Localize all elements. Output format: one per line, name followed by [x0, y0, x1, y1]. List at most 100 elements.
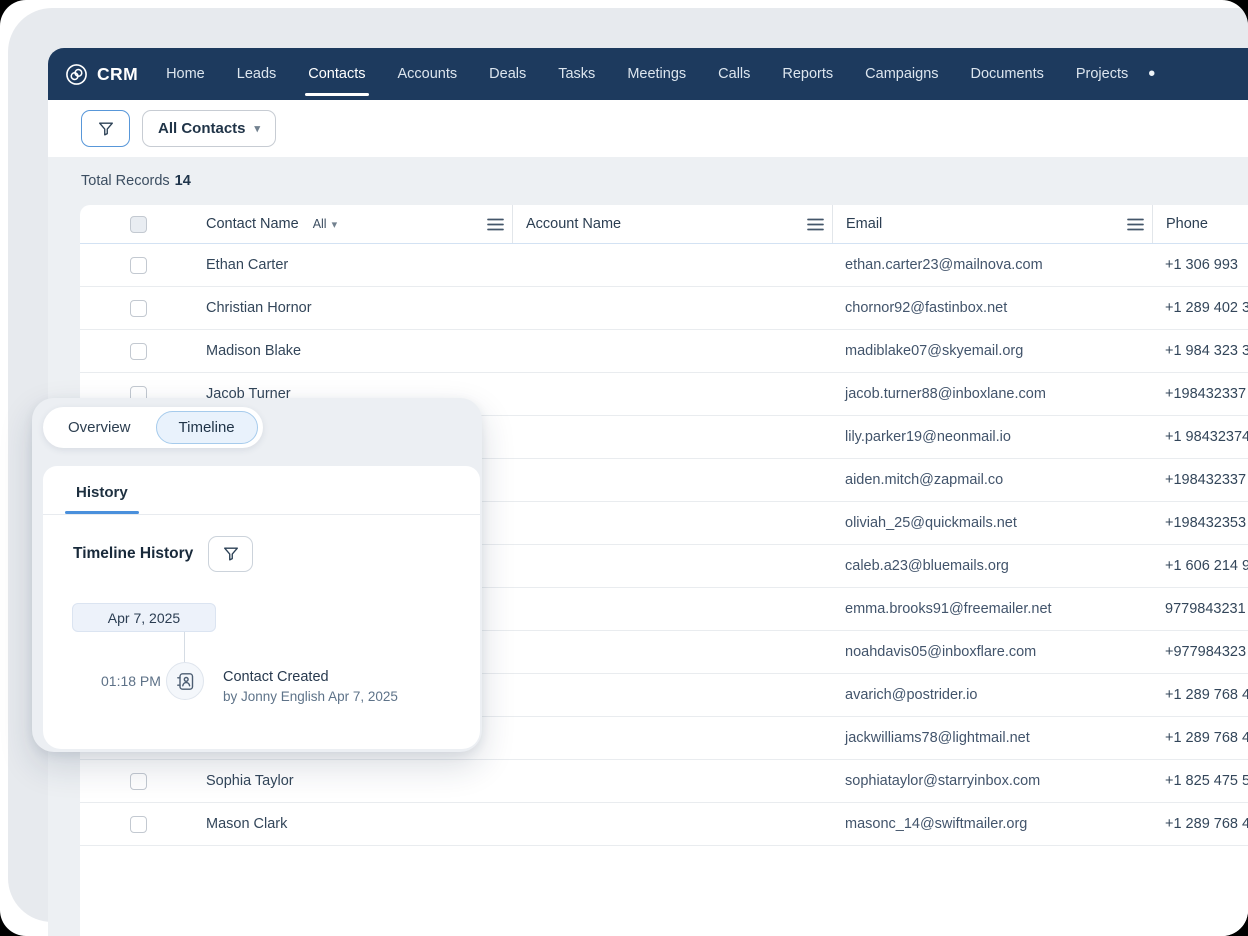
- phone-cell: +1 306 993: [1152, 257, 1248, 273]
- column-menu-icon[interactable]: [807, 218, 824, 231]
- column-menu-icon[interactable]: [1127, 218, 1144, 231]
- row-checkbox[interactable]: [130, 773, 147, 790]
- email-cell: lily.parker19@neonmail.io: [832, 429, 1152, 445]
- nav-item-label: Reports: [782, 66, 833, 82]
- nav-item-reports[interactable]: Reports: [782, 48, 833, 100]
- email-cell: chornor92@fastinbox.net: [832, 300, 1152, 316]
- nav-item-leads[interactable]: Leads: [237, 48, 277, 100]
- phone-cell: +1 984 323 3: [1152, 343, 1248, 359]
- table-row[interactable]: Ethan Carter ethan.carter23@mailnova.com+…: [80, 244, 1248, 287]
- row-checkbox[interactable]: [130, 257, 147, 274]
- view-selector-label: All Contacts: [158, 120, 246, 137]
- timeline-entry: Contact Created by Jonny English Apr 7, …: [223, 669, 398, 704]
- phone-cell: +977984323: [1152, 644, 1248, 660]
- contact-name-cell: Madison Blake: [193, 343, 512, 359]
- phone-cell: +198432337: [1152, 472, 1248, 488]
- email-cell: oliviah_25@quickmails.net: [832, 515, 1152, 531]
- nav-item-label: Home: [166, 66, 205, 82]
- phone-cell: 9779843231: [1152, 601, 1248, 617]
- email-cell: avarich@postrider.io: [832, 687, 1152, 703]
- contact-book-glyph: [175, 671, 196, 692]
- tab-timeline[interactable]: Timeline: [156, 411, 258, 444]
- nav-item-deals[interactable]: Deals: [489, 48, 526, 100]
- nav-item-label: Documents: [971, 66, 1044, 82]
- tab-history[interactable]: History: [76, 484, 128, 514]
- nav-item-meetings[interactable]: Meetings: [627, 48, 686, 100]
- nav-item-home[interactable]: Home: [166, 48, 205, 100]
- email-cell: sophiataylor@starryinbox.com: [832, 773, 1152, 789]
- row-checkbox-cell: [80, 773, 193, 790]
- brand-title: CRM: [97, 64, 138, 85]
- phone-cell: +198432353: [1152, 515, 1248, 531]
- nav-item-tasks[interactable]: Tasks: [558, 48, 595, 100]
- contact-name-cell: Sophia Taylor: [193, 773, 512, 789]
- nav-more-icon[interactable]: •: [1148, 48, 1155, 100]
- column-filter-dropdown[interactable]: All▾: [313, 217, 337, 231]
- column-header-email[interactable]: Email: [832, 205, 1152, 243]
- nav-item-label: Tasks: [558, 66, 595, 82]
- phone-cell: +1 289 768 4: [1152, 816, 1248, 832]
- contact-name-cell: Ethan Carter: [193, 257, 512, 273]
- header-checkbox-cell: [80, 205, 193, 243]
- tab-overview[interactable]: Overview: [43, 419, 156, 436]
- row-checkbox[interactable]: [130, 343, 147, 360]
- nav-item-accounts[interactable]: Accounts: [398, 48, 458, 100]
- timeline-filter-button[interactable]: [208, 536, 253, 572]
- funnel-icon: [222, 545, 240, 563]
- nav-item-label: Projects: [1076, 66, 1128, 82]
- total-records-count: 14: [175, 173, 191, 189]
- funnel-icon: [97, 120, 115, 138]
- table-row[interactable]: Mason Clarkmasonc_14@swiftmailer.org+1 2…: [80, 803, 1248, 846]
- nav-item-projects[interactable]: Projects: [1076, 48, 1128, 100]
- row-checkbox[interactable]: [130, 816, 147, 833]
- chevron-down-icon: ▾: [255, 122, 261, 135]
- table-row[interactable]: Christian Hornorchornor92@fastinbox.net+…: [80, 287, 1248, 330]
- column-label: Phone: [1153, 216, 1208, 232]
- record-detail-popup: Overview Timeline History Timeline Histo…: [32, 398, 482, 752]
- phone-cell: +1 98432374: [1152, 429, 1248, 445]
- nav-item-contacts[interactable]: Contacts: [308, 48, 365, 100]
- row-checkbox-cell: [80, 816, 193, 833]
- row-checkbox-cell: [80, 343, 193, 360]
- table-row[interactable]: Sophia Taylor sophiataylor@starryinbox.co…: [80, 760, 1248, 803]
- row-checkbox-cell: [80, 300, 193, 317]
- phone-cell: +198432337: [1152, 386, 1248, 402]
- table-header-row: Contact Name All▾ Account Name Email Phone: [80, 205, 1248, 244]
- nav-item-label: Meetings: [627, 66, 686, 82]
- email-cell: aiden.mitch@zapmail.co: [832, 472, 1152, 488]
- row-checkbox[interactable]: [130, 300, 147, 317]
- column-menu-icon[interactable]: [487, 218, 504, 231]
- phone-cell: +1 289 402 3: [1152, 300, 1248, 316]
- nav-item-documents[interactable]: Documents: [971, 48, 1044, 100]
- nav-item-label: Calls: [718, 66, 750, 82]
- email-cell: madiblake07@skyemail.org: [832, 343, 1152, 359]
- chevron-down-icon: ▾: [332, 218, 338, 231]
- nav-item-calls[interactable]: Calls: [718, 48, 750, 100]
- email-cell: jacob.turner88@inboxlane.com: [832, 386, 1152, 402]
- column-header-contact-name[interactable]: Contact Name All▾: [193, 205, 512, 243]
- top-navbar: CRM Home Leads Contacts Accounts Deals Tasks M…: [48, 48, 1248, 100]
- screen-canvas: CRM Home Leads Contacts Accounts Deals Tasks M…: [0, 0, 1248, 936]
- nav-item-label: Deals: [489, 66, 526, 82]
- email-cell: ethan.carter23@mailnova.com: [832, 257, 1152, 273]
- column-label: Account Name: [513, 216, 621, 232]
- nav-items: Home Leads Contacts Accounts Deals Tasks Meeti…: [166, 48, 1128, 100]
- timeline-entry-title: Contact Created: [223, 669, 398, 685]
- filter-button[interactable]: [81, 110, 130, 147]
- column-header-phone[interactable]: Phone: [1152, 205, 1248, 243]
- select-all-checkbox[interactable]: [130, 216, 147, 233]
- nav-item-campaigns[interactable]: Campaigns: [865, 48, 938, 100]
- column-label: Contact Name: [193, 216, 299, 232]
- column-header-account-name[interactable]: Account Name: [512, 205, 832, 243]
- total-records: Total Records14: [81, 173, 191, 189]
- timeline-connector-line: [184, 632, 185, 662]
- table-row[interactable]: Madison Blake madiblake07@skyemail.org+1 …: [80, 330, 1248, 373]
- list-toolbar: All Contacts ▾: [48, 100, 1248, 157]
- view-selector-dropdown[interactable]: All Contacts ▾: [142, 110, 276, 147]
- column-label: Email: [833, 216, 882, 232]
- crm-logo-icon: [65, 63, 88, 86]
- history-tabbar: History: [43, 466, 480, 515]
- nav-item-label: Contacts: [308, 66, 365, 82]
- phone-cell: +1 289 768 4: [1152, 730, 1248, 746]
- crm-brand[interactable]: CRM: [65, 63, 138, 86]
